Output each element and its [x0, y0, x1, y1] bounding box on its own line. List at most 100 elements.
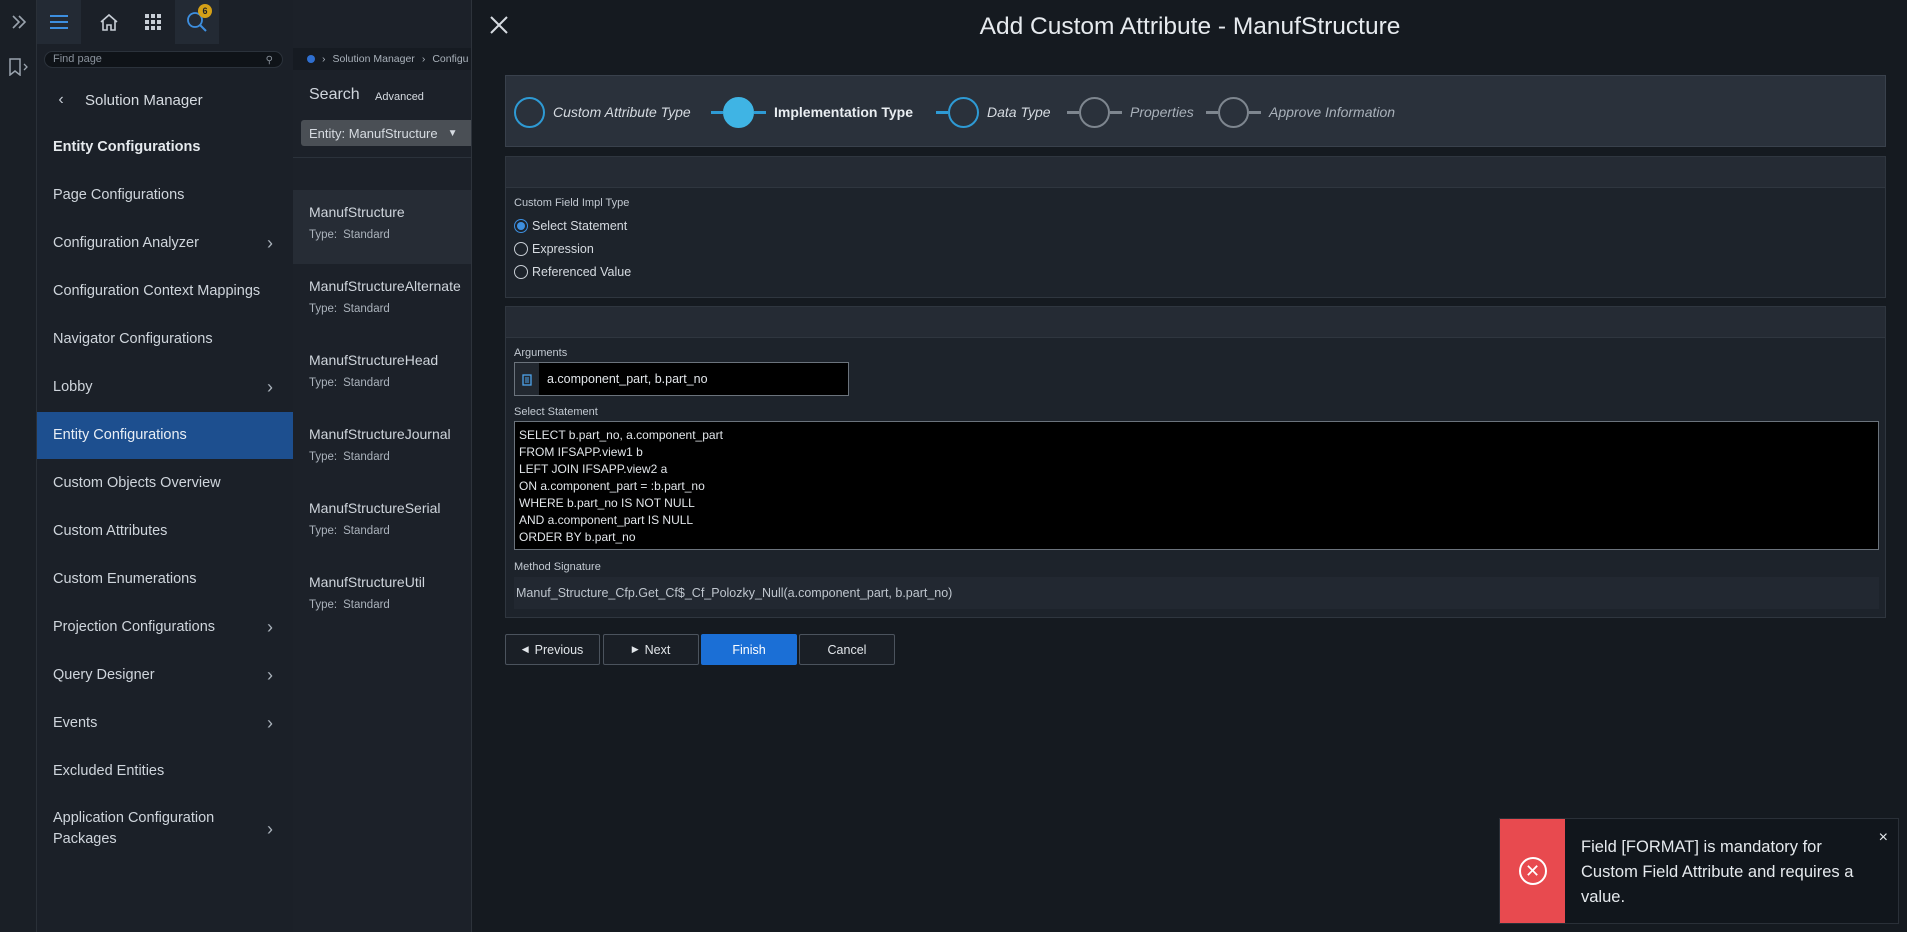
- double-chevron-right-icon[interactable]: [0, 7, 37, 37]
- radio-button-checked[interactable]: [514, 219, 528, 233]
- nav-item-label: Custom Attributes: [53, 523, 168, 539]
- method-signature-label: Method Signature: [514, 561, 601, 573]
- chevron-right-icon: ›: [267, 818, 273, 839]
- nav-item-label: Query Designer: [53, 667, 155, 683]
- chevron-right-icon: ›: [267, 377, 273, 397]
- button-label: Previous: [534, 642, 584, 657]
- step-connector: [936, 110, 948, 114]
- nav-item[interactable]: Custom Enumerations: [37, 556, 293, 603]
- entity-type-label: Type:: [309, 525, 338, 537]
- next-button[interactable]: ▶ Next: [603, 634, 699, 665]
- radio-button[interactable]: [514, 265, 528, 279]
- nav-item[interactable]: Entity Configurations: [37, 124, 293, 171]
- bookmark-icon[interactable]: [0, 52, 37, 82]
- nav-item[interactable]: Events ›: [37, 700, 293, 747]
- nav-item[interactable]: Lobby ›: [37, 364, 293, 411]
- entity-type-label: Type:: [309, 599, 338, 611]
- nav-item[interactable]: Navigator Configurations: [37, 316, 293, 363]
- cancel-button[interactable]: Cancel: [799, 634, 895, 665]
- nav-item[interactable]: Custom Objects Overview: [37, 460, 293, 507]
- clipboard-icon[interactable]: [515, 363, 539, 395]
- error-circle-x-icon: ✕: [1518, 857, 1547, 885]
- select-statement-textarea[interactable]: SELECT b.part_no, a.component_part FROM I…: [514, 421, 1879, 550]
- back-chevron-icon[interactable]: ‹: [37, 91, 85, 109]
- nav-item-label: Custom Objects Overview: [53, 475, 221, 491]
- nav-item[interactable]: Custom Attributes: [37, 508, 293, 555]
- radio-label: Referenced Value: [532, 265, 632, 279]
- nav-item-label: Navigator Configurations: [53, 331, 213, 347]
- radio-referenced-value[interactable]: Referenced Value: [514, 265, 631, 279]
- solution-manager-header[interactable]: ‹ Solution Manager: [37, 86, 293, 114]
- finish-button[interactable]: Finish: [701, 634, 797, 665]
- button-label: Cancel: [827, 642, 867, 657]
- navigation-panel: Find page ⚲ ‹ Solution Manager Entity Co…: [37, 0, 293, 932]
- entity-list-item[interactable]: ManufStructure Type: Standard: [293, 190, 471, 264]
- button-label: Finish: [732, 642, 766, 657]
- dialog-title: Add Custom Attribute - ManufStructure: [979, 13, 1401, 40]
- entity-type: Type: Standard: [309, 451, 471, 463]
- step-connector: [1110, 110, 1122, 114]
- entity-list-item[interactable]: ManufStructureSerial Type: Standard: [293, 486, 471, 560]
- breadcrumb-item[interactable]: Solution Manager: [333, 53, 415, 65]
- section-header: [506, 157, 1885, 188]
- nav-item[interactable]: Application Configuration Packages ›: [37, 802, 293, 856]
- apps-grid-icon[interactable]: [131, 0, 175, 44]
- toast-close-icon[interactable]: ×: [1879, 829, 1888, 847]
- step-data-type[interactable]: Data Type: [936, 76, 1051, 148]
- entity-list-item[interactable]: ManufStructureUtil Type: Standard: [293, 560, 471, 634]
- method-signature-value: Manuf_Structure_Cfp.Get_Cf$_Cf_Polozky_N…: [516, 586, 953, 600]
- entity-filter-chip[interactable]: Entity: ManufStructure ▼: [301, 120, 471, 146]
- caret-right-icon: ▶: [631, 644, 639, 654]
- radio-select-statement[interactable]: Select Statement: [514, 219, 627, 233]
- nav-item[interactable]: Projection Configurations ›: [37, 604, 293, 651]
- wizard-steps: Custom Attribute Type Implementation Typ…: [505, 75, 1886, 147]
- arguments-value: a.component_part, b.part_no: [547, 372, 708, 386]
- top-toolbar: 6: [37, 0, 293, 44]
- nav-item[interactable]: Configuration Context Mappings: [37, 268, 293, 315]
- step-connector: [1206, 110, 1218, 114]
- advanced-search-link[interactable]: Advanced: [375, 91, 424, 103]
- left-rail: [0, 0, 37, 932]
- step-implementation-type[interactable]: Implementation Type: [711, 76, 913, 148]
- breadcrumb-separator-icon: ›: [421, 53, 426, 65]
- select-statement-section: Arguments a.component_part, b.part_no Se…: [505, 306, 1886, 618]
- nav-item[interactable]: Excluded Entities: [37, 748, 293, 795]
- nav-item[interactable]: Page Configurations: [37, 172, 293, 219]
- menu-icon[interactable]: [37, 0, 81, 44]
- search-notifications-icon[interactable]: 6: [175, 0, 219, 44]
- notification-badge: 6: [198, 4, 212, 18]
- button-label: Next: [644, 642, 671, 657]
- entity-list-item[interactable]: ManufStructureAlternate Type: Standard: [293, 264, 471, 338]
- nav-item[interactable]: Entity Configurations: [37, 412, 293, 459]
- step-connector: [1067, 110, 1079, 114]
- error-toast: ✕ Field [FORMAT] is mandatory for Custom…: [1499, 818, 1899, 924]
- home-dot-icon[interactable]: [307, 55, 315, 63]
- select-statement-label: Select Statement: [514, 406, 598, 418]
- arguments-input[interactable]: a.component_part, b.part_no: [514, 362, 849, 396]
- entity-name: ManufStructureHead: [309, 352, 439, 368]
- step-label: Implementation Type: [774, 104, 913, 120]
- entity-list-item[interactable]: ManufStructureJournal Type: Standard: [293, 412, 471, 486]
- search-label: Search: [309, 86, 360, 103]
- toast-icon-bar: ✕: [1500, 819, 1565, 923]
- method-signature-field: Manuf_Structure_Cfp.Get_Cf$_Cf_Polozky_N…: [514, 577, 1879, 609]
- radio-expression[interactable]: Expression: [514, 242, 594, 256]
- nav-item[interactable]: Configuration Analyzer ›: [37, 220, 293, 267]
- chevron-right-icon: ›: [267, 233, 273, 253]
- caret-left-icon: ◀: [521, 644, 529, 654]
- nav-item[interactable]: Query Designer ›: [37, 652, 293, 699]
- previous-button[interactable]: ◀ Previous: [505, 634, 600, 665]
- radio-button[interactable]: [514, 242, 528, 256]
- step-properties[interactable]: Properties: [1067, 76, 1194, 148]
- step-custom-attribute-type[interactable]: Custom Attribute Type: [514, 76, 691, 148]
- radio-label: Select Statement: [532, 219, 628, 233]
- entity-list-item[interactable]: ManufStructureHead Type: Standard: [293, 338, 471, 412]
- nav-header-title: Solution Manager: [85, 91, 203, 109]
- step-connector: [1249, 110, 1261, 114]
- find-page-input[interactable]: Find page ⚲: [44, 51, 283, 68]
- breadcrumb-item[interactable]: Configu: [432, 53, 468, 65]
- home-icon[interactable]: [87, 0, 131, 44]
- nav-item-label: Configuration Analyzer: [53, 235, 199, 251]
- step-approve-information[interactable]: Approve Information: [1206, 76, 1395, 148]
- sql-line: ON a.component_part = :b.part_no: [519, 479, 705, 493]
